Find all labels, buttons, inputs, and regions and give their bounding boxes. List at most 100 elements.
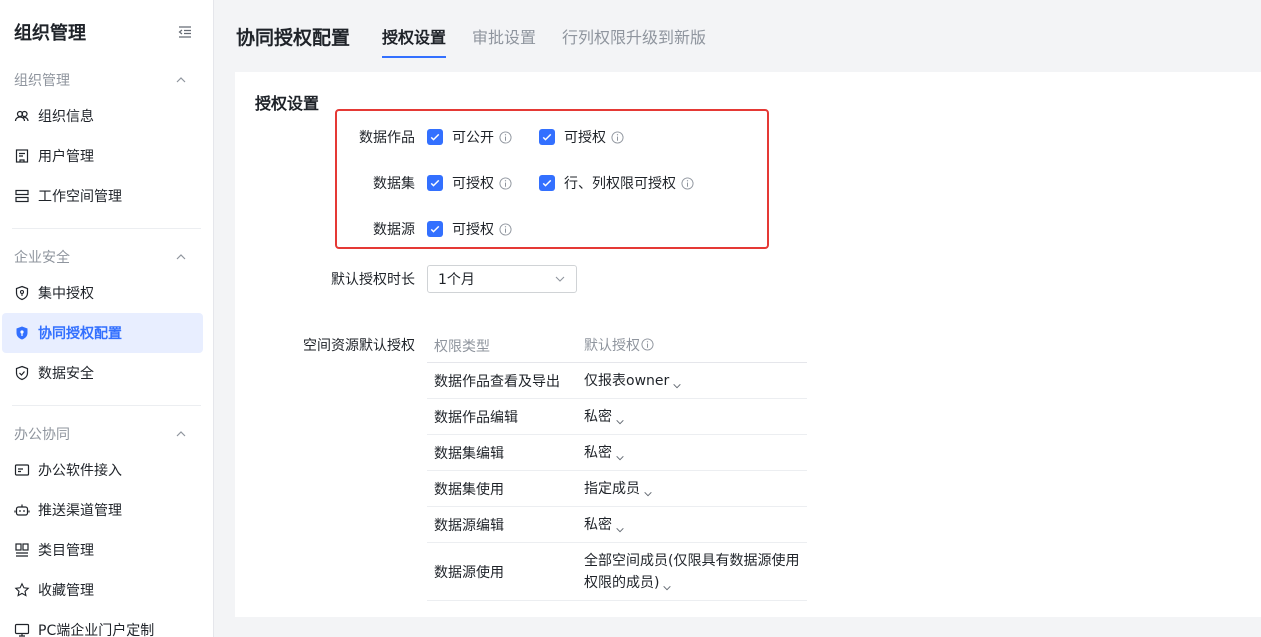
sidebar-item-pc-portal[interactable]: PC端企业门户定制 (2, 610, 203, 637)
table-row: 数据集编辑 私密 (427, 435, 807, 471)
sidebar-item-label: 用户管理 (38, 149, 94, 165)
sidebar-item-label: 办公软件接入 (38, 463, 122, 479)
sidebar-item-central-auth[interactable]: 集中授权 (2, 273, 203, 313)
info-icon[interactable] (499, 130, 512, 144)
sidebar-header: 组织管理 (0, 0, 213, 64)
table-header: 权限类型 默认授权 (427, 329, 807, 363)
sidebar-divider (12, 405, 201, 406)
table-cell-value: 仅报表owner (584, 372, 670, 389)
info-icon[interactable] (681, 176, 694, 190)
table-row: 数据源使用 全部空间成员(仅限具有数据源使用权限的成员) (427, 543, 807, 601)
default-auth-dropdown[interactable]: 私密 (577, 406, 807, 428)
checkbox-datasource-authorize[interactable]: 可授权 (427, 219, 512, 239)
sidebar-item-category-mgmt[interactable]: 类目管理 (2, 530, 203, 570)
sidebar-item-label: 收藏管理 (38, 583, 94, 599)
default-auth-dropdown[interactable]: 全部空间成员(仅限具有数据源使用权限的成员) (577, 550, 807, 594)
sidebar-group-org[interactable]: 组织管理 (0, 64, 213, 96)
sidebar-item-favorites-mgmt[interactable]: 收藏管理 (2, 570, 203, 610)
default-auth-dropdown[interactable]: 指定成员 (577, 478, 807, 500)
table-header-type: 权限类型 (434, 338, 490, 355)
default-auth-dropdown[interactable]: 私密 (577, 514, 807, 536)
sidebar-item-label: 组织信息 (38, 109, 94, 125)
checkbox-label: 可公开 (452, 130, 494, 146)
collapse-menu-icon[interactable] (177, 24, 193, 40)
sidebar-item-data-security[interactable]: 数据安全 (2, 353, 203, 393)
table-cell-type: 数据作品编辑 (434, 409, 518, 426)
default-auth-table: 权限类型 默认授权 数据作品查看及导出 仅报表owner 数据作品编辑 私密 数… (427, 329, 807, 601)
sidebar-item-label: PC端企业门户定制 (38, 623, 155, 637)
chevron-up-icon (175, 428, 187, 440)
checkbox-data-work-public[interactable]: 可公开 (427, 127, 512, 147)
table-cell-type: 数据源使用 (434, 564, 504, 581)
people-icon (14, 108, 30, 124)
duration-label: 默认授权时长 (331, 272, 415, 288)
sidebar-item-label: 推送渠道管理 (38, 503, 122, 519)
tab-auth-settings[interactable]: 授权设置 (382, 0, 447, 72)
card-icon (14, 462, 30, 478)
shield-check-icon (14, 365, 30, 381)
table-row: 数据作品查看及导出 仅报表owner (427, 363, 807, 399)
table-cell-value: 私密 (584, 444, 612, 461)
checkbox-dataset-authorize[interactable]: 可授权 (427, 173, 512, 193)
sidebar-item-label: 协同授权配置 (38, 326, 122, 342)
info-icon[interactable] (611, 130, 624, 144)
checkbox-checked-icon[interactable] (427, 129, 443, 145)
table-cell-type: 数据作品查看及导出 (434, 373, 560, 390)
table-cell-type: 数据集使用 (434, 481, 504, 498)
checkbox-label: 行、列权限可授权 (564, 176, 676, 192)
checkbox-dataset-row-col-authorize[interactable]: 行、列权限可授权 (539, 173, 694, 193)
sidebar-group-label: 企业安全 (14, 250, 70, 266)
tab-approval-settings[interactable]: 审批设置 (472, 0, 536, 72)
category-icon (14, 542, 30, 558)
section-title: 授权设置 (255, 94, 320, 113)
duration-select[interactable]: 1个月 (427, 265, 577, 293)
perm-label-dataset: 数据集 (373, 176, 415, 192)
checkbox-label: 可授权 (452, 176, 494, 192)
sidebar-divider (12, 228, 201, 229)
chevron-down-icon (615, 520, 625, 532)
duration-value: 1个月 (438, 272, 475, 288)
sidebar-item-org-info[interactable]: 组织信息 (2, 96, 203, 136)
chevron-down-icon (615, 448, 625, 460)
sidebar-item-push-channel[interactable]: 推送渠道管理 (2, 490, 203, 530)
default-auth-dropdown[interactable]: 私密 (577, 442, 807, 464)
page-title: 协同授权配置 (236, 26, 351, 49)
sidebar-item-label: 工作空间管理 (38, 189, 122, 205)
table-row: 数据集使用 指定成员 (427, 471, 807, 507)
checkbox-label: 可授权 (564, 130, 606, 146)
checkbox-checked-icon[interactable] (427, 221, 443, 237)
chevron-down-icon (615, 412, 625, 424)
sidebar-item-office-integration[interactable]: 办公软件接入 (2, 450, 203, 490)
sidebar-group-office[interactable]: 办公协同 (0, 418, 213, 450)
checkbox-checked-icon[interactable] (427, 175, 443, 191)
settings-card: 授权设置 数据作品 可公开 可授权 数据集 可授权 行、列权限可授权 数据源 可… (235, 72, 1261, 617)
table-cell-value: 私密 (584, 408, 612, 425)
table-cell-value: 指定成员 (584, 480, 640, 497)
checkbox-data-work-authorize[interactable]: 可授权 (539, 127, 624, 147)
star-icon (14, 582, 30, 598)
sidebar-item-user-mgmt[interactable]: 用户管理 (2, 136, 203, 176)
info-icon[interactable] (641, 337, 654, 351)
sidebar-group-label: 组织管理 (14, 73, 70, 89)
default-auth-dropdown[interactable]: 仅报表owner (577, 370, 807, 392)
info-icon[interactable] (499, 176, 512, 190)
chevron-down-icon (662, 578, 672, 590)
table-row: 数据源编辑 私密 (427, 507, 807, 543)
sidebar-item-workspace-mgmt[interactable]: 工作空间管理 (2, 176, 203, 216)
perm-label-datasource: 数据源 (373, 222, 415, 238)
sidebar-group-security[interactable]: 企业安全 (0, 241, 213, 273)
table-cell-value: 全部空间成员(仅限具有数据源使用权限的成员) (584, 552, 800, 591)
top-bar: 协同授权配置 授权设置 审批设置 行列权限升级到新版 (214, 0, 1261, 72)
sidebar-item-collab-auth-config[interactable]: 协同授权配置 (2, 313, 203, 353)
table-row: 数据作品编辑 私密 (427, 399, 807, 435)
checkbox-checked-icon[interactable] (539, 175, 555, 191)
chevron-up-icon (175, 74, 187, 86)
checkbox-checked-icon[interactable] (539, 129, 555, 145)
chevron-down-icon (643, 484, 653, 496)
tab-row-col-upgrade[interactable]: 行列权限升级到新版 (562, 0, 706, 72)
table-header-default-label: 默认授权 (584, 337, 640, 354)
info-icon[interactable] (499, 222, 512, 236)
sidebar-group-label: 办公协同 (14, 427, 70, 443)
table-header-default: 默认授权 (577, 335, 807, 357)
shield-key-icon (14, 285, 30, 301)
